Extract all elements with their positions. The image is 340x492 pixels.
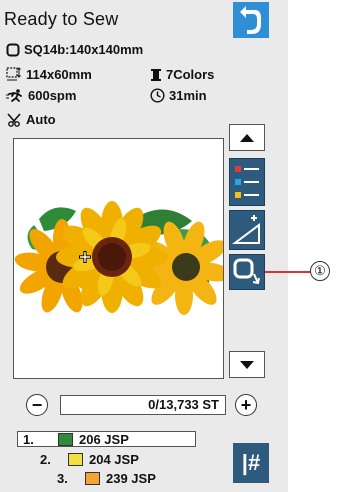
color-list-item-3[interactable]: 3. 239 JSP [57,470,156,486]
hoop-trace-icon [233,258,260,285]
tension-adjust-button[interactable] [229,210,265,250]
size-info: 114x60mm [6,67,92,82]
triangle-down-icon [240,360,254,369]
size-value: 114x60mm [26,67,92,82]
hoop-icon [6,43,20,56]
color-swatch [85,471,100,485]
scroll-up-button[interactable] [229,124,265,151]
color-list-button[interactable] [229,158,265,206]
color-number: 1. [23,431,34,447]
back-button[interactable] [233,2,269,38]
callout-marker: ① [310,261,330,281]
callout-line [265,271,311,273]
return-arrow-icon [240,6,261,34]
color-number: 3. [57,470,68,486]
hoop-info: SQ14b:140x140mm [6,42,143,57]
color-label: 204 JSP [89,451,139,467]
color-label: 239 JSP [106,470,156,486]
color-list-icon [235,166,259,198]
running-man-icon [6,88,22,102]
tension-plus-icon [232,215,260,244]
center-crosshair-icon [79,251,91,263]
clock-icon [150,88,165,103]
page-title: Ready to Sew [4,9,119,29]
thread-cut-info: Auto [6,112,56,127]
thread-cut-value: Auto [26,112,56,127]
stitch-forward-button[interactable]: + [235,394,257,416]
scroll-down-button[interactable] [229,351,265,378]
color-swatch [68,452,83,466]
scissors-icon [7,112,21,127]
triangle-up-icon [240,133,254,142]
stitch-back-button[interactable]: − [26,394,48,416]
sunflower-design-image [14,201,223,315]
speed-value: 600spm [28,88,77,103]
color-list-item-1[interactable]: 1. 206 JSP [17,431,196,447]
trace-button[interactable] [229,254,265,290]
color-swatch [58,432,73,446]
colors-info: 7Colors [150,67,214,82]
speed-info: 600spm [6,88,76,103]
time-info: 31min [150,88,207,103]
color-number: 2. [40,451,51,467]
design-preview[interactable] [13,138,224,379]
time-value: 31min [169,88,207,103]
thread-spool-icon [151,68,161,81]
color-label: 206 JSP [79,431,129,447]
color-list-item-2[interactable]: 2. 204 JSP [40,451,139,467]
hoop-value: SQ14b:140x140mm [24,42,144,57]
colors-value: 7Colors [166,67,215,82]
stitch-counter: 0/13,733 ST [60,395,226,415]
embroidery-screen: Ready to Sew SQ14b:140x140mm 114x60mm 7C… [0,0,288,492]
design-size-icon [6,67,21,81]
jump-stitch-button[interactable]: |# [233,443,269,483]
